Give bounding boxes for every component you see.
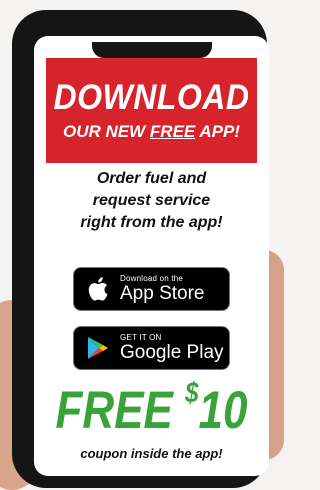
phone-screen: DOWNLOAD OUR NEW FREE APP! Order fuel an… [34,36,269,476]
app-store-label: App Store [120,283,205,304]
download-banner: DOWNLOAD OUR NEW FREE APP! [46,58,257,163]
order-text: Order fuel and request service right fro… [34,168,269,234]
google-play-button[interactable]: GET IT ON Google Play [73,326,230,370]
banner-subtitle: OUR NEW FREE APP! [63,121,240,143]
google-play-label: Google Play [120,342,224,363]
free-promo: FREE $10 [34,377,269,444]
phone-frame: DOWNLOAD OUR NEW FREE APP! Order fuel an… [12,10,269,488]
app-store-button[interactable]: Download on the App Store [73,267,230,311]
order-line-2: request service [92,192,211,209]
banner-title: DOWNLOAD [53,76,250,117]
free-word: FREE [55,381,173,440]
subtitle-post: APP! [195,121,240,141]
order-line-3: right from the app! [80,214,223,231]
coupon-text: coupon inside the app! [80,446,223,461]
google-play-icon [82,336,114,360]
apple-icon [82,276,114,302]
promo-amount: 10 [198,381,248,440]
phone-notch [91,42,212,58]
subtitle-pre: OUR NEW [63,121,150,141]
subtitle-free: FREE [149,121,196,141]
dollar-sign: $ [185,377,199,410]
google-play-small-label: GET IT ON [120,333,162,342]
app-store-small-label: Download on the [120,274,184,283]
order-line-1: Order fuel and [96,170,207,187]
